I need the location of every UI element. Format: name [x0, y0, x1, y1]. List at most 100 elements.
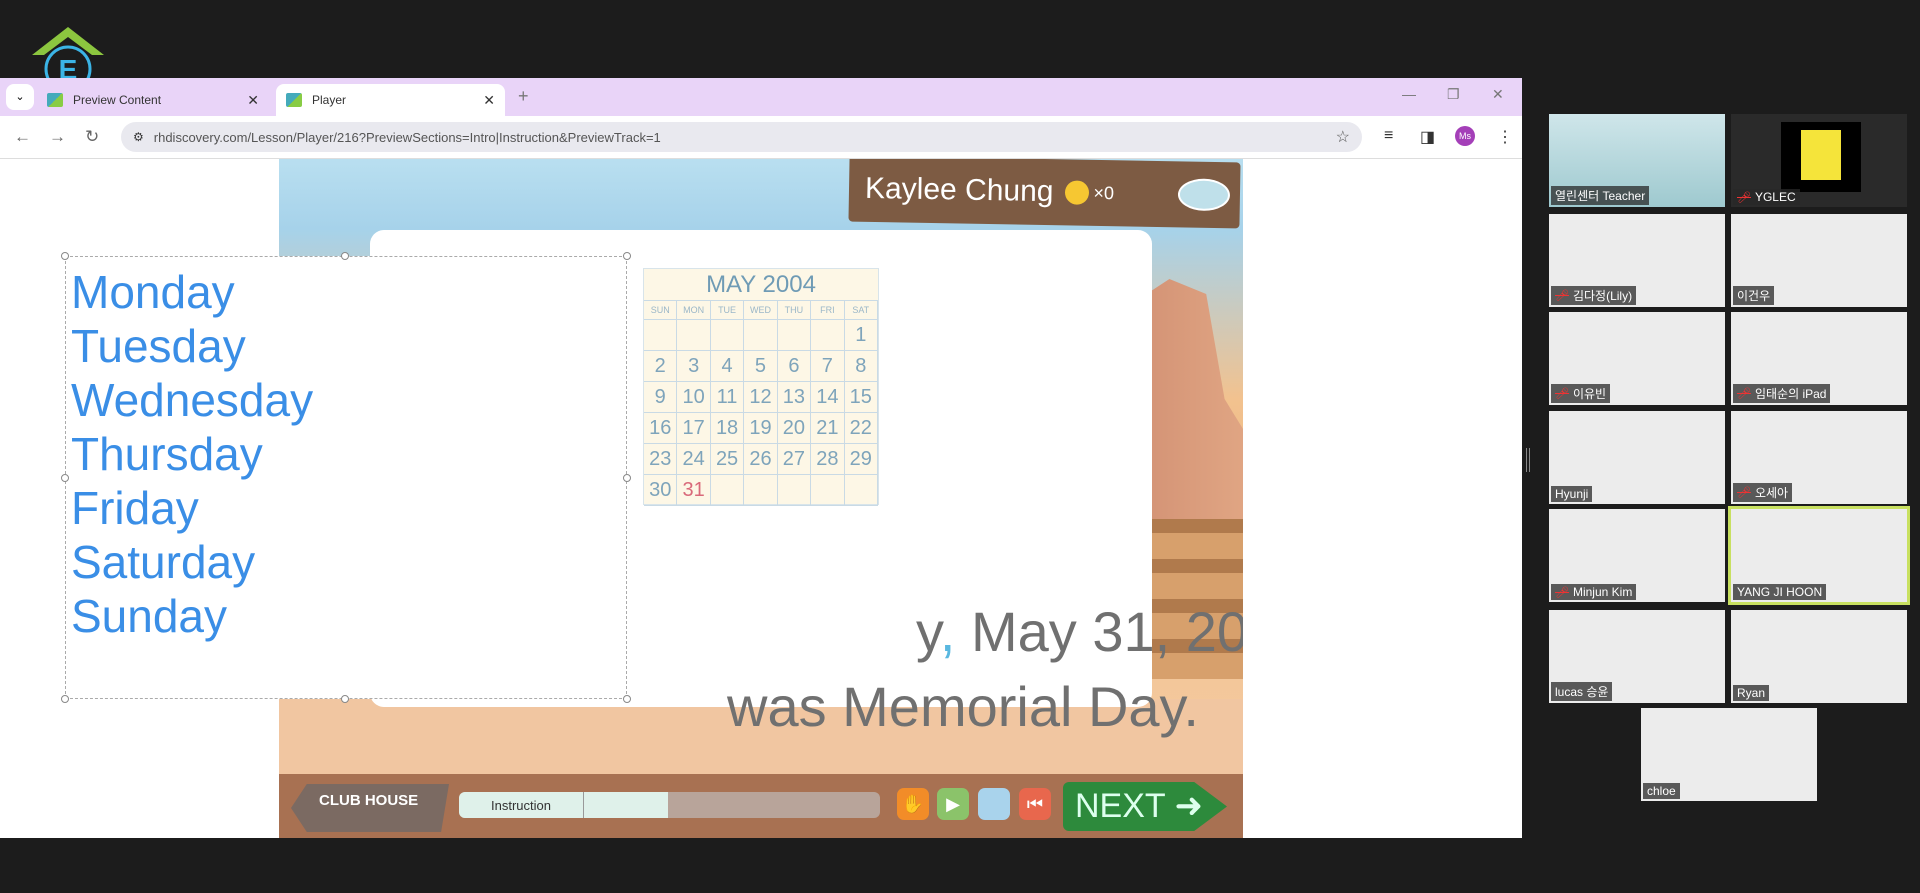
calendar-day: 5 — [744, 351, 778, 382]
tab-bar: ⌄ Preview Content ✕ Player ✕ + — ❐ ✕ — [0, 78, 1522, 116]
browser-window: ⌄ Preview Content ✕ Player ✕ + — ❐ ✕ ← → ↻… — [0, 78, 1522, 838]
calendar-day: 9 — [644, 382, 678, 413]
participant-name-text: YGLEC — [1754, 190, 1796, 204]
weekday-header: THU — [777, 301, 812, 320]
play-icon[interactable]: ▶ — [937, 788, 969, 820]
resize-handle[interactable] — [61, 474, 69, 482]
calendar-day — [844, 475, 878, 506]
calendar-day: 1 — [844, 320, 878, 351]
calendar-day — [710, 475, 745, 506]
new-tab-plus-icon[interactable]: + — [518, 86, 529, 107]
participant-name: chloe — [1643, 783, 1680, 799]
weekday-text: Thursday — [71, 428, 263, 480]
calendar-day: 19 — [744, 413, 778, 444]
participant-tile[interactable]: 🎤︎ 이유빈 — [1549, 312, 1725, 405]
tab-player[interactable]: Player ✕ — [276, 84, 505, 116]
participant-name: 🎤︎ 김다정(Lily) — [1551, 286, 1637, 305]
progress-fill — [584, 792, 669, 818]
back-icon[interactable]: ← — [14, 127, 31, 147]
participant-tile[interactable]: 이건우 — [1731, 214, 1907, 307]
participant-tile[interactable]: chloe — [1641, 708, 1817, 801]
reload-icon[interactable]: ↻ — [85, 127, 99, 147]
resize-handle[interactable] — [61, 252, 69, 260]
participant-tile[interactable]: 🎤︎ 임태순의 iPad — [1731, 312, 1907, 405]
calendar-day — [710, 320, 745, 351]
site-settings-icon[interactable]: ⚙ — [133, 130, 144, 144]
participant-tile[interactable]: 🎤︎ 김다정(Lily) — [1549, 214, 1725, 307]
lesson-progress: Instruction — [459, 792, 880, 818]
weekday-header: WED — [744, 301, 778, 320]
toolbar: ← → ↻ ⚙ rhdiscovery.com/Lesson/Player/216… — [0, 116, 1522, 159]
participant-name-text: Minjun Kim — [1572, 585, 1633, 599]
tab-preview-content[interactable]: Preview Content ✕ — [37, 84, 269, 116]
resize-handle[interactable] — [341, 695, 349, 703]
calendar: MAY 2004 SUN MON TUE WED THU FRI SAT 1 2 3 4 5 6 7 8 9 10… — [643, 268, 879, 506]
calendar-day: 15 — [844, 382, 878, 413]
resize-handle[interactable] — [623, 474, 631, 482]
restore-icon[interactable]: ❐ — [1447, 86, 1460, 103]
calendar-day: 25 — [710, 444, 745, 475]
calendar-day: 18 — [710, 413, 745, 444]
bookmark-star-icon[interactable]: ☆ — [1336, 127, 1350, 147]
calendar-day: 22 — [844, 413, 878, 444]
next-button[interactable]: NEXT ➜ — [1063, 782, 1227, 831]
forward-icon[interactable]: → — [49, 127, 66, 147]
close-window-icon[interactable]: ✕ — [1492, 86, 1504, 103]
calendar-day — [677, 320, 711, 351]
favicon-icon — [286, 93, 302, 107]
participant-tile[interactable]: YANG JI HOON — [1728, 506, 1910, 605]
participant-tile[interactable]: lucas 승윤 — [1549, 610, 1725, 703]
weekday-header: MON — [677, 301, 711, 320]
participant-name: 열린센터 Teacher — [1551, 186, 1650, 205]
participant-tile[interactable]: Hyunji — [1549, 411, 1725, 504]
calendar-day: 16 — [644, 413, 678, 444]
participant-tile[interactable]: 🎤︎ Minjun Kim — [1549, 509, 1725, 602]
close-icon[interactable]: ✕ — [247, 92, 259, 109]
participant-name-text: 열린센터 Teacher — [1555, 189, 1646, 203]
calendar-day — [811, 320, 845, 351]
sentence-line-2: was Memorial Day. — [727, 675, 1199, 738]
calendar-day: 3 — [677, 351, 711, 382]
side-panel-icon[interactable]: ◨ — [1420, 127, 1435, 147]
muted-mic-icon: 🎤︎ — [1737, 388, 1751, 400]
profile-avatar[interactable]: Ms — [1455, 126, 1475, 146]
calendar-day: 20 — [777, 413, 812, 444]
minimize-icon[interactable]: — — [1402, 86, 1416, 102]
close-icon[interactable]: ✕ — [483, 92, 495, 109]
participant-tile[interactable]: Ryan — [1731, 610, 1907, 703]
resize-handle[interactable] — [623, 252, 631, 260]
resize-handle[interactable] — [341, 252, 349, 260]
participant-name: Hyunji — [1551, 486, 1593, 502]
rewind-icon[interactable]: ⏮ — [1019, 788, 1051, 820]
blank-button[interactable] — [978, 788, 1010, 820]
calendar-day: 8 — [844, 351, 878, 382]
calendar-day: 10 — [677, 382, 711, 413]
weekday-text: Wednesday — [71, 374, 314, 426]
hint-icon[interactable]: ✋ — [897, 788, 929, 820]
participant-tile[interactable]: 🎤︎ YGLEC — [1731, 114, 1907, 207]
calendar-day: 28 — [811, 444, 845, 475]
weekday-header: FRI — [811, 301, 845, 320]
resize-handle[interactable] — [61, 695, 69, 703]
participant-tile[interactable]: 🎤︎ 오세아 — [1731, 411, 1907, 504]
calendar-day: 14 — [811, 382, 845, 413]
address-bar[interactable]: ⚙ rhdiscovery.com/Lesson/Player/216?Previ… — [121, 122, 1362, 152]
calendar-day: 7 — [811, 351, 845, 382]
calendar-day: 21 — [811, 413, 845, 444]
participant-tile[interactable]: 열린센터 Teacher — [1549, 114, 1725, 207]
participant-name: Ryan — [1733, 685, 1770, 701]
participant-name-text: chloe — [1647, 784, 1676, 798]
muted-mic-icon: 🎤︎ — [1737, 487, 1751, 499]
resize-handle[interactable] — [623, 695, 631, 703]
club-house-button[interactable]: CLUB HOUSE — [291, 784, 449, 832]
birdhouse-icon[interactable] — [1177, 178, 1231, 212]
participant-name-text: lucas 승윤 — [1555, 685, 1609, 699]
text-box-overlay[interactable]: Monday Tuesday Wednesday Thursday Friday Satu… — [65, 256, 627, 699]
menu-icon[interactable]: ⋮ — [1497, 127, 1513, 147]
calendar-day — [744, 475, 778, 506]
weekday-text: Sunday — [71, 590, 228, 642]
participant-name-text: Ryan — [1737, 686, 1766, 700]
tab-search-chevron-icon[interactable]: ⌄ — [6, 84, 34, 110]
panel-resize-handle[interactable] — [1526, 448, 1530, 472]
media-controls-icon[interactable]: ≡ — [1384, 127, 1393, 145]
